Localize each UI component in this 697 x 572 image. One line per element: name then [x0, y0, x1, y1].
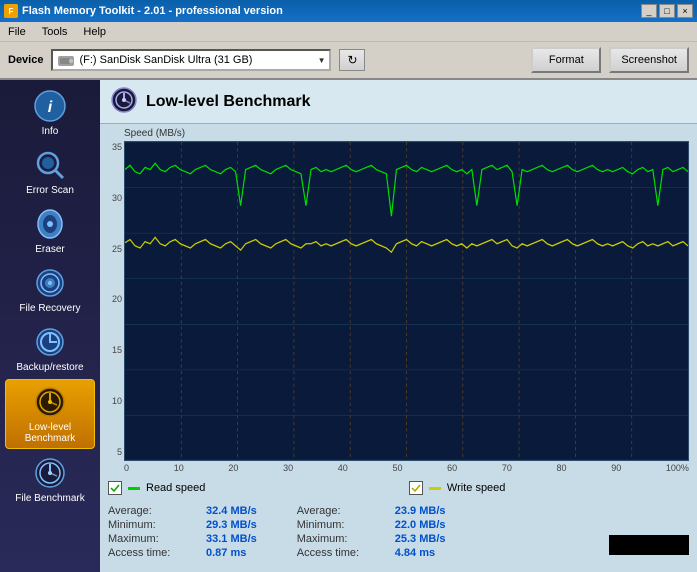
read-speed-label: Read speed [146, 482, 205, 494]
menu-file[interactable]: File [4, 25, 30, 39]
chart-svg [125, 142, 688, 460]
read-minimum-value: 29.3 MB/s [206, 519, 257, 531]
write-average-row: Average: 23.9 MB/s [297, 505, 446, 517]
content-area: Low-level Benchmark 35 30 25 20 15 10 5 … [100, 80, 697, 572]
y-axis-labels: 35 30 25 20 15 10 5 [104, 128, 124, 475]
sidebar-item-backup-restore[interactable]: Backup/restore [5, 320, 95, 377]
chart-legend: Read speed Write speed [100, 475, 697, 501]
sidebar-label-low-level-benchmark: Low-level Benchmark [8, 422, 92, 444]
chart-with-axis: Speed (MB/s) [124, 128, 689, 475]
sidebar-label-backup-restore: Backup/restore [16, 362, 83, 373]
content-header: Low-level Benchmark [100, 80, 697, 124]
eraser-icon [32, 206, 68, 242]
menu-bar: File Tools Help [0, 22, 697, 42]
window-controls: _ □ × [641, 4, 693, 18]
write-speed-legend: Write speed [409, 481, 506, 495]
read-average-value: 32.4 MB/s [206, 505, 257, 517]
write-speed-label: Write speed [447, 482, 506, 494]
sidebar-label-error-scan: Error Scan [26, 185, 74, 196]
read-maximum-value: 33.1 MB/s [206, 533, 257, 545]
device-label: Device [8, 54, 43, 66]
x-axis-labels: 0 10 20 30 40 50 60 70 80 90 100% [124, 461, 689, 475]
write-stats: Average: 23.9 MB/s Minimum: 22.0 MB/s Ma… [297, 505, 446, 559]
write-access-time-row: Access time: 4.84 ms [297, 547, 446, 559]
main-area: i Info Error Scan [0, 80, 697, 572]
app-title: Flash Memory Toolkit - 2.01 - profession… [22, 5, 283, 17]
error-scan-icon [32, 147, 68, 183]
sidebar-label-file-benchmark: File Benchmark [15, 493, 84, 504]
redacted-area [609, 535, 689, 555]
svg-text:i: i [48, 99, 53, 116]
read-access-time-value: 0.87 ms [206, 547, 246, 559]
device-text: (F:) SanDisk SanDisk Ultra (31 GB) [79, 54, 317, 66]
title-bar-left: F Flash Memory Toolkit - 2.01 - professi… [4, 4, 283, 18]
backup-restore-icon [32, 324, 68, 360]
y-axis-title: Speed (MB/s) [124, 128, 689, 139]
sidebar-label-info: Info [42, 126, 59, 137]
sidebar-item-low-level-benchmark[interactable]: Low-level Benchmark [5, 379, 95, 449]
write-speed-checkbox[interactable] [409, 481, 423, 495]
write-average-label: Average: [297, 505, 387, 517]
close-button[interactable]: × [677, 4, 693, 18]
write-maximum-label: Maximum: [297, 533, 387, 545]
write-average-value: 23.9 MB/s [395, 505, 446, 517]
read-speed-checkbox[interactable] [108, 481, 122, 495]
sidebar-item-error-scan[interactable]: Error Scan [5, 143, 95, 200]
read-minimum-label: Minimum: [108, 519, 198, 531]
read-average-row: Average: 32.4 MB/s [108, 505, 257, 517]
stats-area: Average: 32.4 MB/s Minimum: 29.3 MB/s Ma… [100, 501, 697, 563]
minimize-button[interactable]: _ [641, 4, 657, 18]
read-stats: Average: 32.4 MB/s Minimum: 29.3 MB/s Ma… [108, 505, 257, 559]
menu-help[interactable]: Help [79, 25, 110, 39]
device-bar: Device (F:) SanDisk SanDisk Ultra (31 GB… [0, 42, 697, 80]
sidebar-item-info[interactable]: i Info [5, 84, 95, 141]
read-maximum-row: Maximum: 33.1 MB/s [108, 533, 257, 545]
device-dropdown[interactable]: (F:) SanDisk SanDisk Ultra (31 GB) ▼ [51, 49, 331, 71]
read-average-label: Average: [108, 505, 198, 517]
app-icon: F [4, 4, 18, 18]
sidebar-item-file-benchmark[interactable]: File Benchmark [5, 451, 95, 508]
format-button[interactable]: Format [531, 47, 601, 73]
write-access-time-value: 4.84 ms [395, 547, 435, 559]
file-recovery-icon [32, 265, 68, 301]
write-access-time-label: Access time: [297, 547, 387, 559]
dropdown-arrow-icon: ▼ [318, 56, 326, 65]
write-minimum-value: 22.0 MB/s [395, 519, 446, 531]
read-maximum-label: Maximum: [108, 533, 198, 545]
sidebar-label-file-recovery: File Recovery [19, 303, 80, 314]
sidebar-item-eraser[interactable]: Eraser [5, 202, 95, 259]
low-level-benchmark-icon [32, 384, 68, 420]
title-bar: F Flash Memory Toolkit - 2.01 - professi… [0, 0, 697, 22]
write-minimum-label: Minimum: [297, 519, 387, 531]
write-maximum-row: Maximum: 25.3 MB/s [297, 533, 446, 545]
svg-text:F: F [9, 7, 14, 16]
screenshot-button[interactable]: Screenshot [609, 47, 689, 73]
sidebar-item-file-recovery[interactable]: File Recovery [5, 261, 95, 318]
content-title-icon [110, 86, 138, 117]
refresh-button[interactable]: ↻ [339, 49, 365, 71]
maximize-button[interactable]: □ [659, 4, 675, 18]
menu-tools[interactable]: Tools [38, 25, 72, 39]
read-access-time-row: Access time: 0.87 ms [108, 547, 257, 559]
read-minimum-row: Minimum: 29.3 MB/s [108, 519, 257, 531]
read-speed-legend: Read speed [108, 481, 205, 495]
info-icon: i [32, 88, 68, 124]
file-benchmark-icon [32, 455, 68, 491]
write-maximum-value: 25.3 MB/s [395, 533, 446, 545]
sidebar-label-eraser: Eraser [35, 244, 64, 255]
content-title: Low-level Benchmark [146, 93, 311, 111]
benchmark-chart [124, 141, 689, 461]
write-minimum-row: Minimum: 22.0 MB/s [297, 519, 446, 531]
read-access-time-label: Access time: [108, 547, 198, 559]
chart-section: 35 30 25 20 15 10 5 Speed (MB/s) [100, 124, 697, 475]
sidebar: i Info Error Scan [0, 80, 100, 572]
